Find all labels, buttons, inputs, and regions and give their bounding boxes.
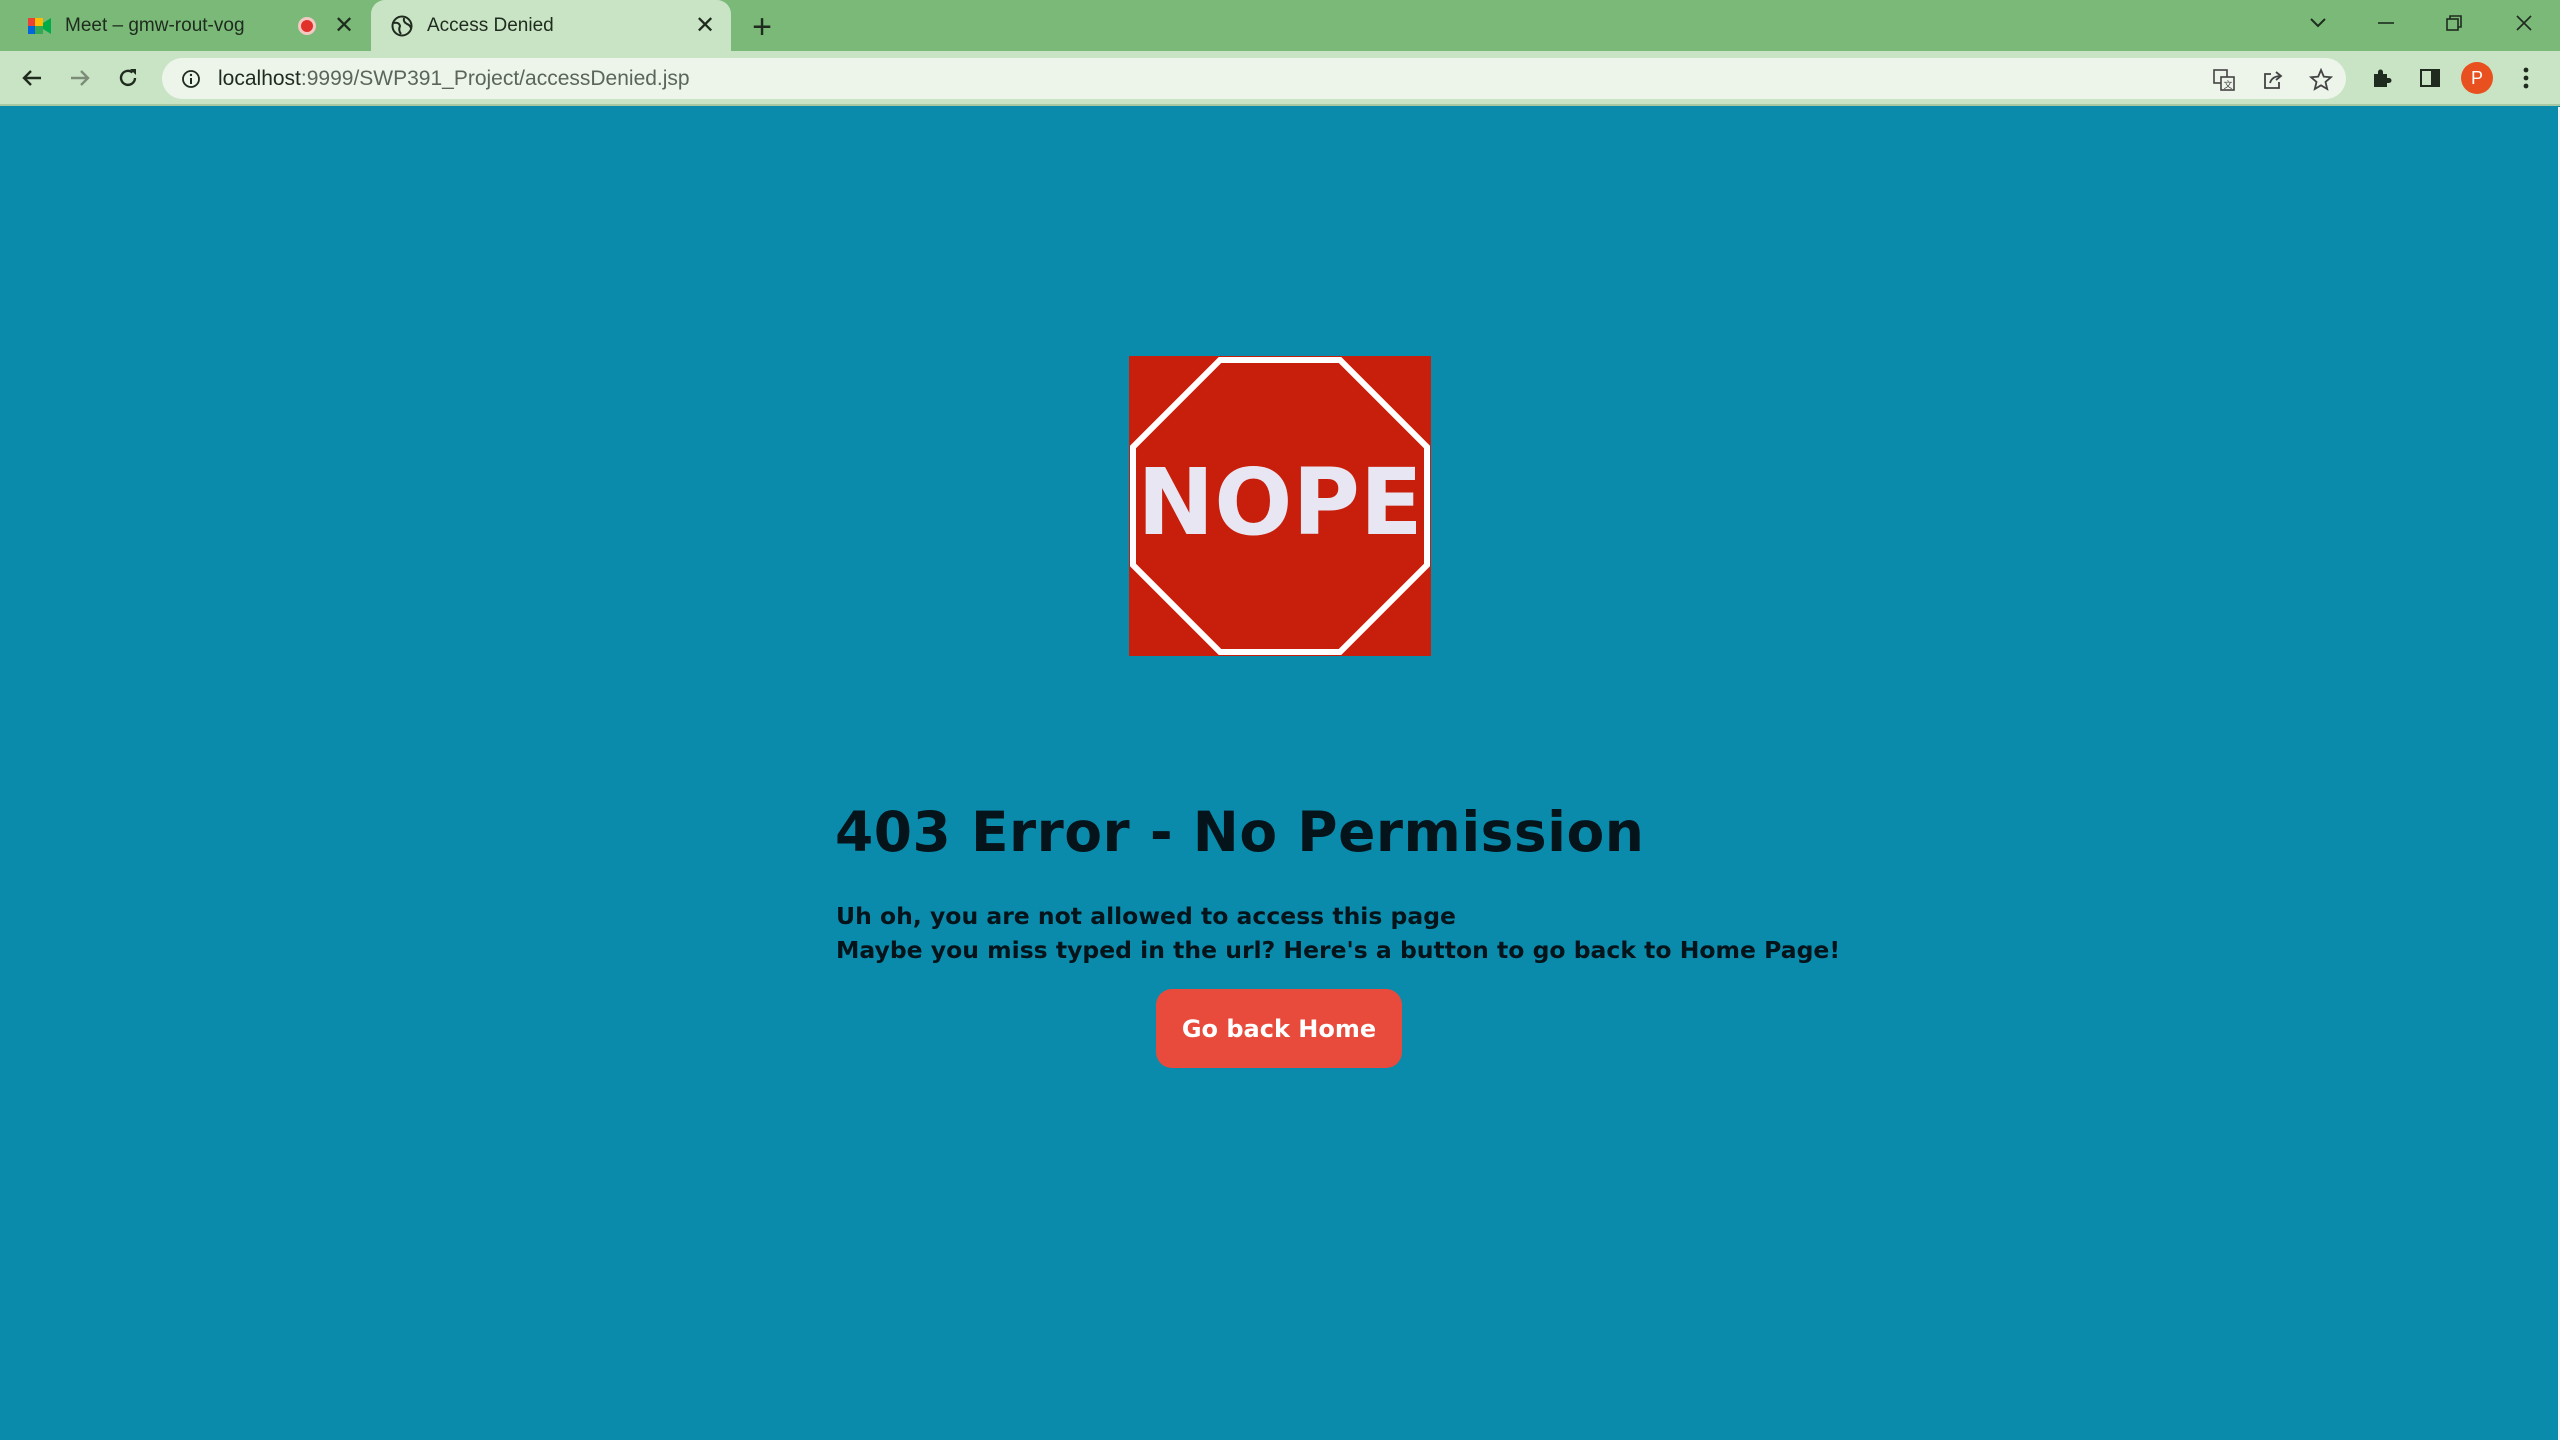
translate-icon[interactable]: 文 [2209,65,2239,95]
minimize-icon[interactable] [2352,0,2420,46]
site-info-icon[interactable] [178,66,204,92]
sign-text: NOPE [1137,449,1422,556]
share-icon[interactable] [2258,65,2288,95]
go-back-home-button[interactable]: Go back Home [1156,989,1402,1068]
forward-arrow-icon[interactable] [61,59,99,97]
tab-meet[interactable]: Meet – gmw-rout-vog ✕ [0,0,370,51]
error-title: 403 Error - No Permission [835,800,1645,864]
recording-indicator-icon [298,16,316,35]
tab-search-chevron-icon[interactable] [2284,0,2352,46]
profile-avatar[interactable]: P [2461,62,2493,94]
nope-stop-sign-image: NOPE [1129,356,1431,656]
url-path: :9999/SWP391_Project/accessDenied.jsp [300,66,690,90]
close-window-icon[interactable] [2490,0,2558,46]
tab-title: Meet – gmw-rout-vog [65,14,245,36]
browser-window: Meet – gmw-rout-vog ✕ Access Denied ✕ + [0,0,2560,1440]
page-viewport [0,107,2558,1440]
address-bar[interactable]: localhost:9999/SWP391_Project/accessDeni… [162,58,2346,99]
tab-close-icon[interactable]: ✕ [330,12,358,40]
tab-strip: Meet – gmw-rout-vog ✕ Access Denied ✕ + [0,0,2560,51]
side-panel-icon[interactable] [2415,63,2445,93]
restore-window-icon[interactable] [2420,0,2488,46]
message-line-2: Maybe you miss typed in the url? Here's … [836,936,1841,964]
google-meet-icon [27,13,53,39]
globe-icon [389,13,415,39]
back-arrow-icon[interactable] [13,59,51,97]
tab-title: Access Denied [427,14,554,36]
tab-access-denied[interactable]: Access Denied ✕ [371,0,731,51]
tab-close-icon[interactable]: ✕ [691,12,719,40]
browser-toolbar: localhost:9999/SWP391_Project/accessDeni… [0,51,2560,106]
reload-icon[interactable] [109,59,147,97]
message-line-1: Uh oh, you are not allowed to access thi… [836,902,1456,930]
url-host: localhost [218,66,301,90]
url-text: localhost:9999/SWP391_Project/accessDeni… [218,67,690,91]
new-tab-plus-icon[interactable]: + [745,10,779,44]
more-menu-icon[interactable] [2511,63,2541,93]
svg-text:文: 文 [2224,79,2233,91]
bookmark-star-icon[interactable] [2306,65,2336,95]
extensions-puzzle-icon[interactable] [2367,63,2397,93]
